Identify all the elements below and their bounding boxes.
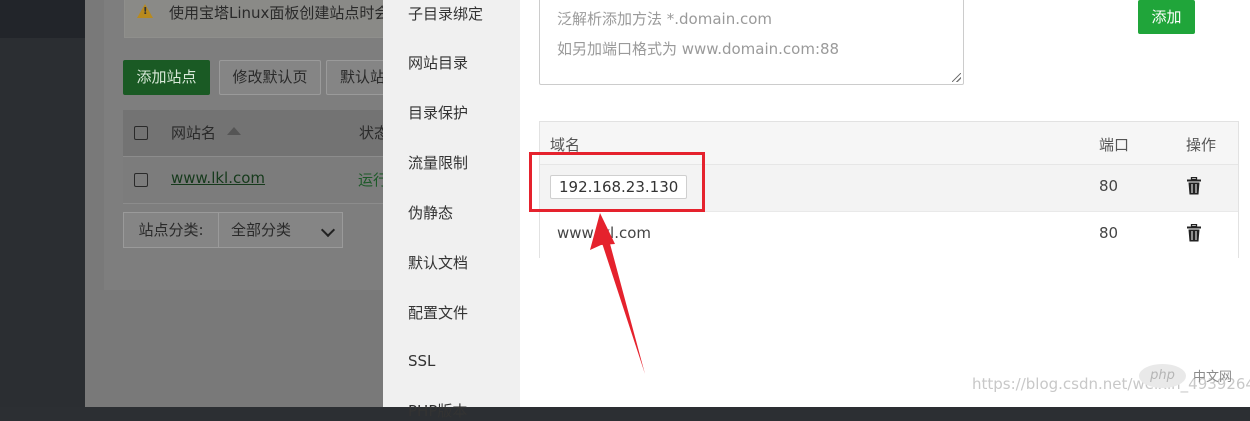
domain-input-placeholder-line2: 如另加端口格式为 www.domain.com:88: [557, 40, 840, 58]
column-action: 操作: [1186, 136, 1217, 154]
port-cell: 80: [1099, 224, 1119, 242]
table-row: www.lkl.com 80: [540, 212, 1238, 258]
notice-banner: 使用宝塔Linux面板创建站点时会: [124, 0, 394, 38]
notice-text: 使用宝塔Linux面板创建站点时会: [169, 4, 390, 22]
site-name-link[interactable]: www.lkl.com: [171, 169, 265, 187]
add-site-button[interactable]: 添加站点: [123, 60, 210, 95]
domain-input-placeholder-line1: 泛解析添加方法 *.domain.com: [557, 10, 773, 28]
annotation-highlight-box: [529, 152, 705, 212]
sidebar-top: [0, 0, 85, 38]
chevron-down-icon: [320, 222, 336, 238]
trash-icon[interactable]: [1187, 224, 1201, 242]
menu-item-subdirectory-binding[interactable]: 子目录绑定: [408, 3, 483, 24]
table-row: www.lkl.com 运行: [123, 157, 403, 204]
php-logo-cn: 中文网: [1193, 370, 1233, 385]
menu-item-traffic-limit[interactable]: 流量限制: [408, 152, 468, 173]
menu-item-rewrite[interactable]: 伪静态: [408, 202, 453, 223]
site-table: 网站名 状态 www.lkl.com 运行: [123, 110, 403, 204]
column-site-name[interactable]: 网站名: [171, 122, 216, 143]
category-label: 站点分类:: [123, 212, 218, 248]
settings-menu: 子目录绑定 网站目录 目录保护 流量限制 伪静态 默认文档 配置文件 SSL P…: [383, 0, 520, 420]
php-logo: php: [1139, 364, 1186, 388]
menu-item-site-directory[interactable]: 网站目录: [408, 52, 468, 73]
add-domain-button[interactable]: 添加: [1138, 0, 1195, 34]
warning-icon: [137, 4, 153, 18]
port-cell: 80: [1099, 177, 1119, 195]
sort-asc-icon[interactable]: [227, 127, 241, 135]
left-sidebar: [0, 0, 85, 407]
site-table-header: 网站名 状态: [123, 110, 403, 157]
trash-icon[interactable]: [1187, 177, 1201, 195]
domain-input[interactable]: 泛解析添加方法 *.domain.com 如另加端口格式为 www.domain…: [539, 0, 964, 85]
menu-item-default-document[interactable]: 默认文档: [408, 252, 468, 273]
menu-item-php-version[interactable]: PHP版本: [408, 400, 467, 421]
domain-cell: www.lkl.com: [557, 224, 652, 242]
menu-item-config-file[interactable]: 配置文件: [408, 302, 468, 323]
resize-handle-icon[interactable]: [952, 73, 961, 82]
menu-item-ssl[interactable]: SSL: [408, 352, 435, 370]
modify-default-page-button[interactable]: 修改默认页: [219, 60, 321, 95]
menu-item-directory-protection[interactable]: 目录保护: [408, 102, 468, 123]
category-select[interactable]: 全部分类: [218, 212, 343, 248]
row-checkbox[interactable]: [134, 173, 148, 187]
select-all-checkbox[interactable]: [134, 126, 148, 140]
column-port: 端口: [1099, 136, 1130, 154]
category-selected-value: 全部分类: [231, 221, 292, 239]
